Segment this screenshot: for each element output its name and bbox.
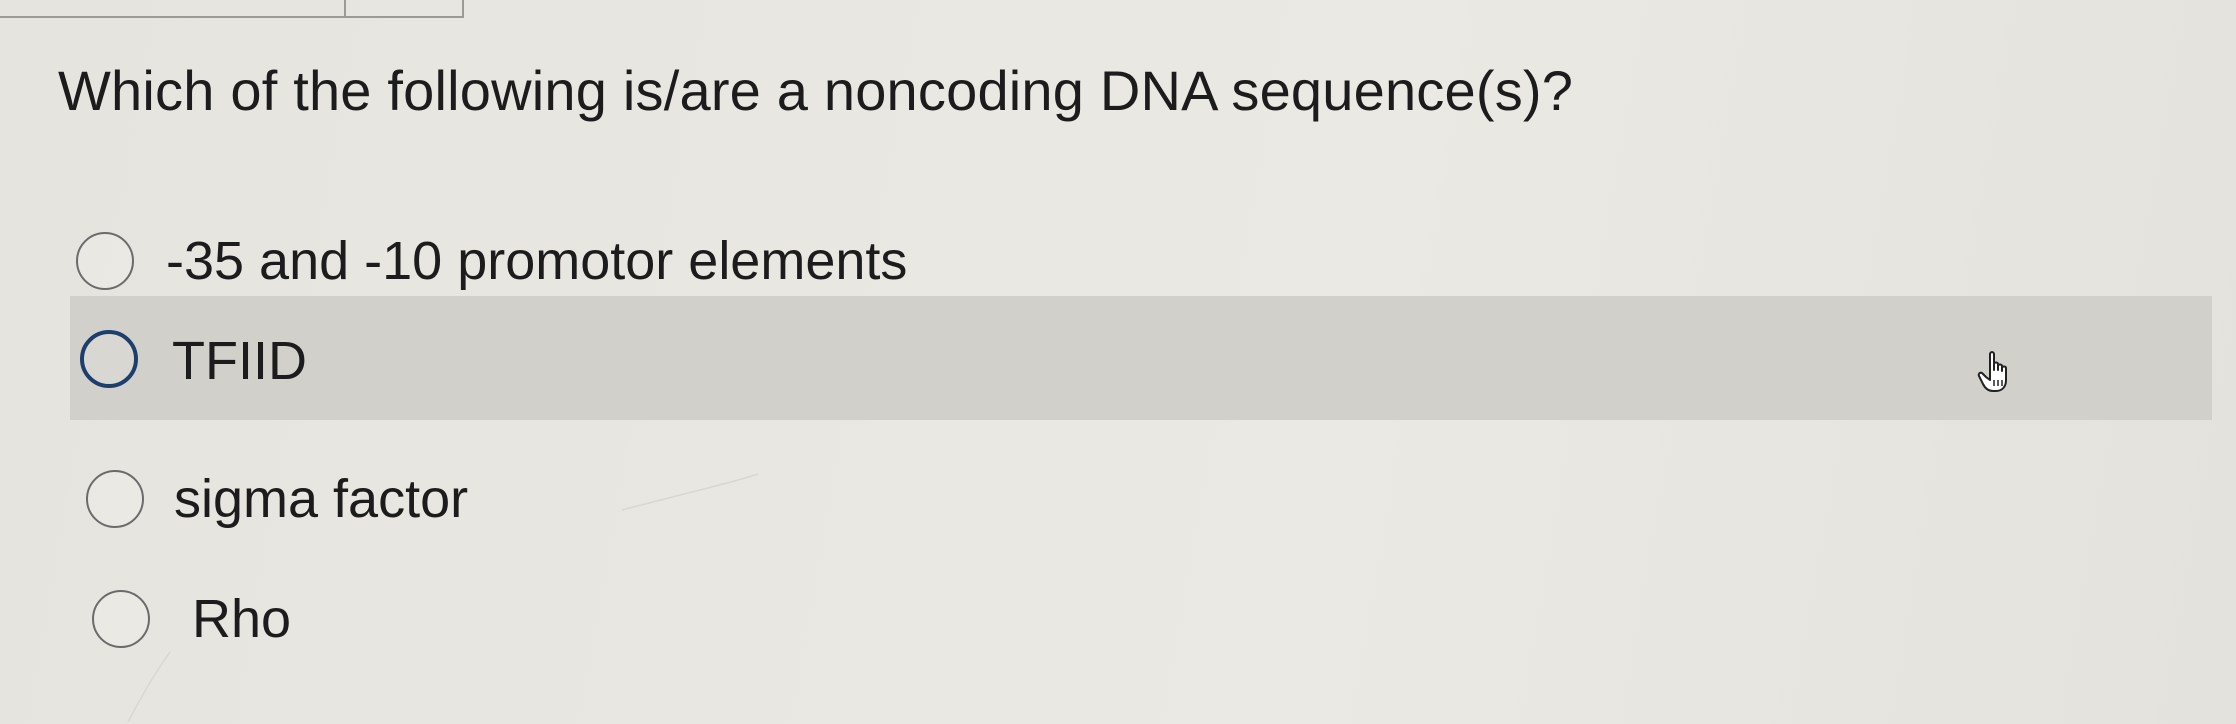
top-tab-strip [0, 0, 464, 18]
option-tfiid[interactable]: TFIID [70, 296, 2212, 420]
option-label: TFIID [172, 331, 307, 391]
radio-button[interactable] [80, 330, 138, 388]
question-text: Which of the following is/are a noncodin… [58, 59, 1574, 122]
option-label: sigma factor [174, 469, 469, 529]
option-label: Rho [192, 589, 292, 649]
hand-pointer-icon [1977, 351, 2007, 392]
option-rho[interactable]: Rho [0, 568, 2236, 678]
option-label: -35 and -10 promotor elements [166, 231, 908, 291]
option-sigma-factor[interactable]: sigma factor [0, 448, 2236, 558]
tab-divider [344, 0, 346, 16]
radio-button[interactable] [86, 470, 144, 528]
radio-button[interactable] [92, 590, 150, 648]
radio-button[interactable] [76, 232, 134, 290]
